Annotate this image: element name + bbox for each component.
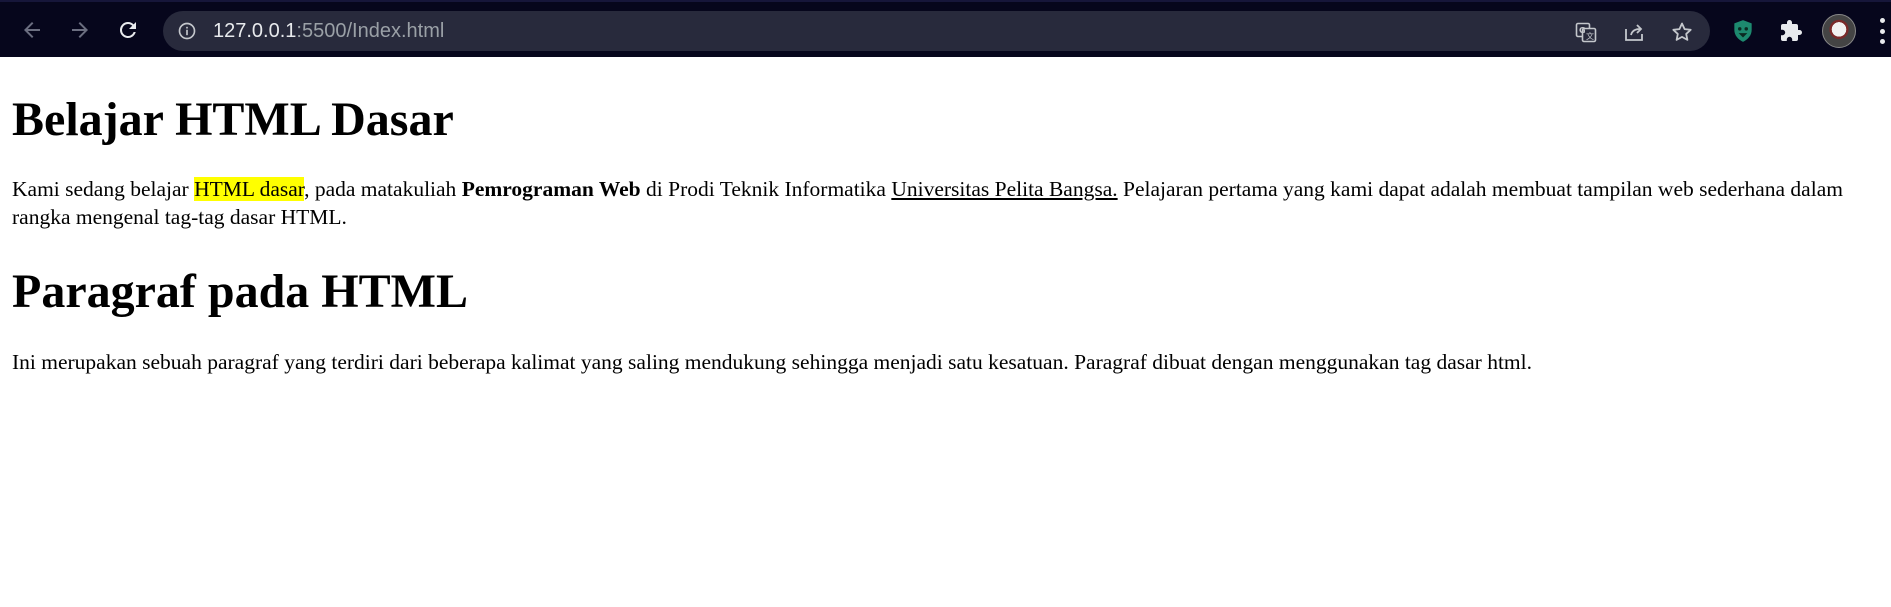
star-icon — [1672, 22, 1692, 41]
para1-text-3: di Prodi Teknik Informatika — [640, 177, 892, 201]
url-path: :5500/Index.html — [296, 20, 445, 42]
extension-button[interactable] — [1728, 16, 1758, 46]
browser-toolbar: 127.0.0.1:5500/Index.html G 文 — [0, 0, 1891, 57]
para1-text-1: Kami sedang belajar — [12, 177, 195, 201]
reload-icon — [119, 21, 136, 38]
avatar[interactable] — [1822, 14, 1856, 48]
page-content: Belajar HTML Dasar Kami sedang belajar H… — [0, 57, 1891, 607]
bold-text: Pemrograman Web — [461, 177, 641, 201]
translate-icon: G 文 — [1575, 22, 1597, 43]
share-icon — [1625, 24, 1643, 41]
page-heading-1: Belajar HTML Dasar — [12, 93, 454, 146]
bookmark-button[interactable] — [1670, 20, 1694, 44]
info-icon[interactable] — [177, 21, 197, 41]
back-arrow-icon — [24, 22, 40, 38]
translate-button[interactable]: G 文 — [1574, 20, 1598, 44]
svg-text:文: 文 — [1586, 31, 1594, 41]
back-button[interactable] — [14, 12, 50, 48]
paragraph-2: Ini merupakan sebuah paragraf yang terdi… — [12, 350, 1533, 374]
kebab-menu-icon[interactable] — [1878, 18, 1886, 44]
puzzle-icon — [1781, 20, 1802, 41]
underlined-text: Universitas Pelita Bangsa. — [891, 177, 1118, 201]
forward-arrow-icon — [72, 22, 88, 38]
page-heading-2: Paragraf pada HTML — [12, 265, 468, 318]
paragraph-1: Kami sedang belajar HTML dasar, pada mat… — [12, 175, 1891, 231]
address-bar[interactable]: 127.0.0.1:5500/Index.html G 文 — [163, 11, 1710, 51]
url-host: 127.0.0.1 — [213, 20, 297, 42]
share-button[interactable] — [1622, 20, 1646, 44]
extensions-button[interactable] — [1776, 16, 1806, 46]
svg-text:G: G — [1579, 26, 1586, 35]
forward-button[interactable] — [62, 12, 98, 48]
highlighted-text: HTML dasar — [194, 177, 305, 201]
reload-button[interactable] — [110, 12, 146, 48]
url-text[interactable]: 127.0.0.1:5500/Index.html — [213, 20, 444, 42]
extension-shield-icon — [1734, 20, 1752, 42]
para1-text-2: , pada matakuliah — [304, 177, 462, 201]
